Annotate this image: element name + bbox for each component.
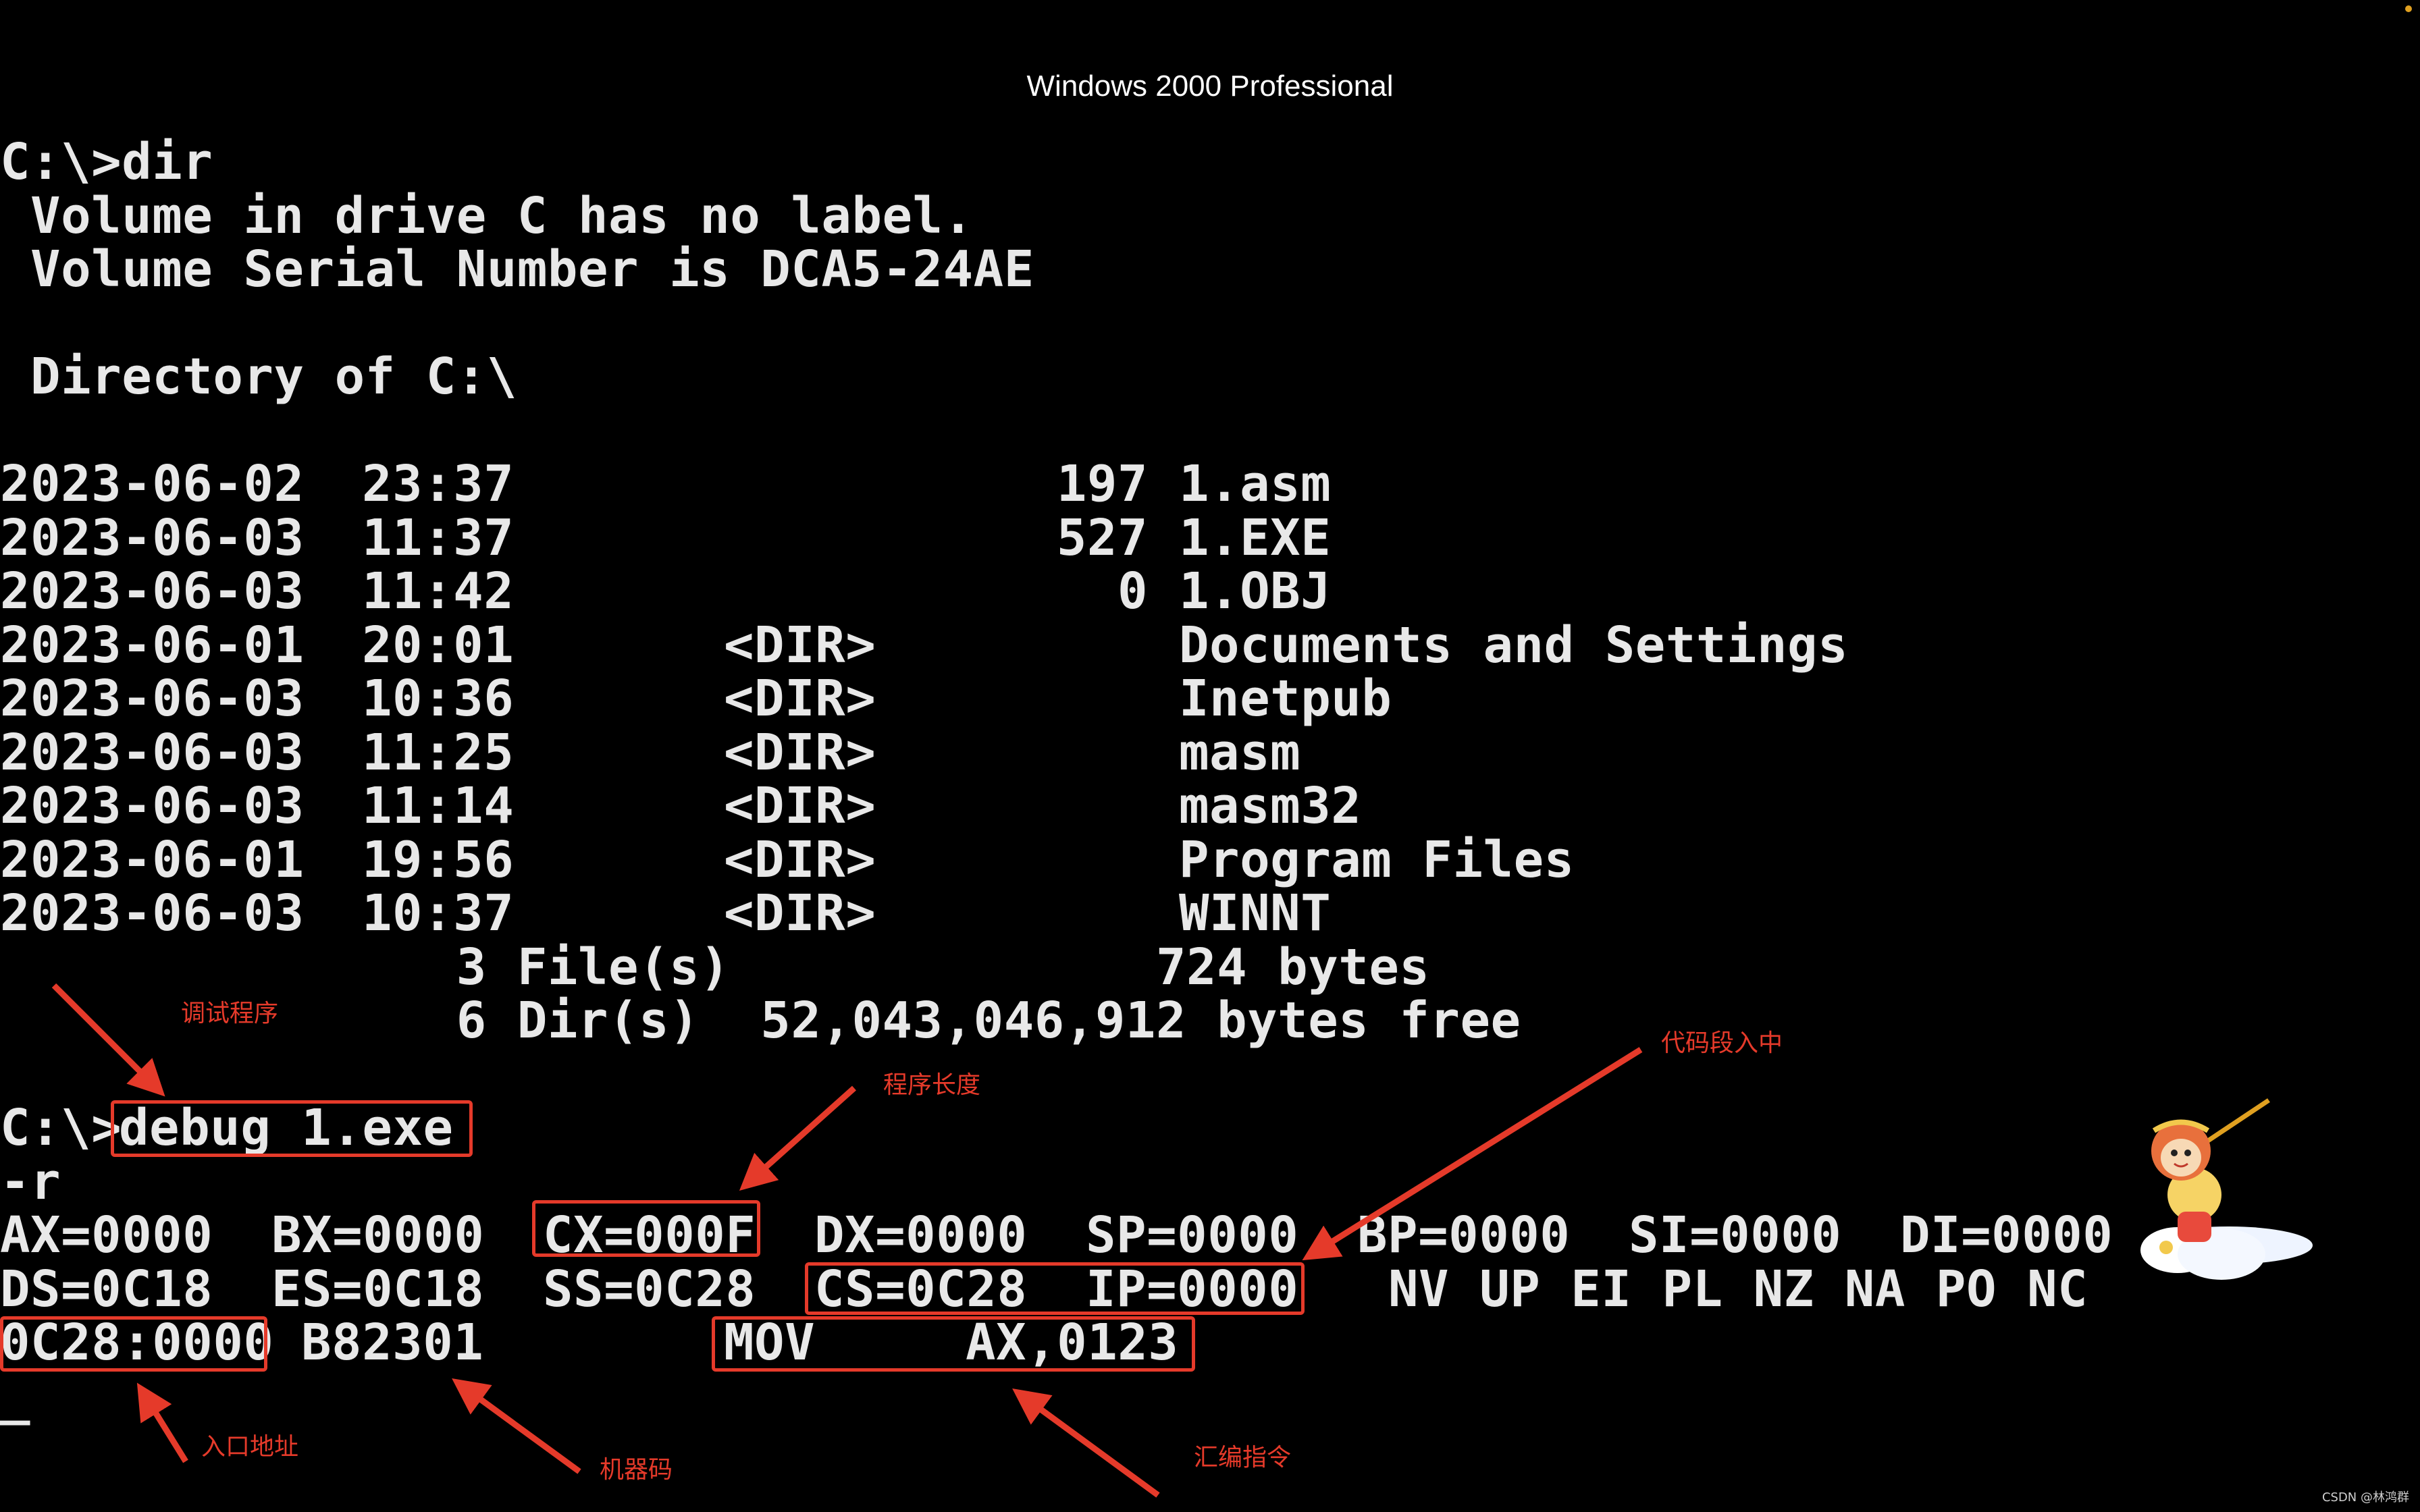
entry-name: 1.EXE	[1179, 508, 1332, 567]
highlight-debug-command	[111, 1100, 473, 1157]
debug-prompt: C:\>	[0, 1099, 122, 1157]
monkey-king-mascot-icon	[2140, 1098, 2313, 1280]
register-di: DI=0000	[1900, 1206, 2113, 1264]
entry-date: 2023-06-03	[0, 670, 305, 728]
dir-entry-row: 2023-06-03 10:37 <DIR> WINNT	[0, 884, 2420, 942]
console-line-directory-of: Directory of C:\	[0, 348, 517, 406]
register-ds: DS=0C18	[0, 1260, 213, 1318]
entry-time: 11:37	[362, 508, 515, 567]
entry-name: masm	[1179, 723, 1301, 782]
entry-date: 2023-06-01	[0, 616, 305, 674]
entry-type: <DIR>	[724, 830, 876, 889]
console-line-registers-1: AX=0000 BX=0000 CX=000F DX=0000 SP=0000 …	[0, 1206, 2420, 1264]
console-line-instruction: 0C28:0000 B82301 MOV AX,0123	[0, 1316, 2420, 1370]
highlight-entry-address	[0, 1316, 267, 1372]
label-machine-code: 机器码	[600, 1456, 673, 1484]
entry-time: 19:56	[362, 830, 515, 889]
dir-entry-row: 2023-06-03 11:14 <DIR> masm32	[0, 777, 2420, 835]
status-dot	[2405, 5, 2412, 12]
entry-name: Program Files	[1179, 830, 1575, 889]
entry-date: 2023-06-03	[0, 508, 305, 567]
entry-time: 10:36	[362, 670, 515, 728]
entry-date: 2023-06-03	[0, 884, 305, 942]
register-bx: BX=0000	[271, 1206, 485, 1264]
dir-entry-row: 2023-06-03 11:25 <DIR> masm	[0, 726, 2420, 780]
entry-type: <DIR>	[724, 884, 876, 942]
register-si: SI=0000	[1629, 1206, 1842, 1264]
label-code-segment: 代码段入中	[1661, 1029, 1783, 1057]
register-ss: SS=0C28	[543, 1260, 756, 1318]
console-output[interactable]: C:\>dir Volume in drive C has no label. …	[0, 133, 2420, 1426]
entry-name: 1.OBJ	[1179, 562, 1332, 620]
entry-time: 11:42	[362, 562, 515, 620]
dir-entry-row: 2023-06-03 10:36 <DIR> Inetpub	[0, 672, 2420, 726]
entry-type: <DIR>	[724, 616, 876, 674]
entry-size: 197	[1056, 455, 1148, 513]
register-bp: BP=0000	[1357, 1206, 1571, 1264]
entry-size: 527	[1056, 508, 1148, 567]
dir-entry-row: 2023-06-01 19:56 <DIR> Program Files	[0, 830, 2420, 889]
console-line-files-summary: 3 File(s) 724 bytes	[0, 938, 1430, 996]
entry-time: 23:37	[362, 455, 515, 513]
label-debug-program: 调试程序	[181, 1000, 279, 1027]
entry-name: WINNT	[1179, 884, 1332, 942]
entry-date: 2023-06-01	[0, 830, 305, 889]
register-es: ES=0C18	[271, 1260, 485, 1318]
console-line-dir-command: C:\>dir	[0, 133, 213, 191]
dir-entry-row: 2023-06-02 23:37 197 1.asm	[0, 455, 2420, 513]
dir-entry-row: 2023-06-03 11:42 0 1.OBJ	[0, 562, 2420, 620]
entry-date: 2023-06-03	[0, 777, 305, 835]
entry-name: Documents and Settings	[1179, 616, 1849, 674]
entry-time: 11:14	[362, 777, 515, 835]
register-ax: AX=0000	[0, 1206, 213, 1264]
entry-name: 1.asm	[1179, 455, 1332, 513]
cpu-flags: NV UP EI PL NZ NA PO NC	[1388, 1260, 2088, 1318]
entry-size: 0	[1117, 562, 1148, 620]
window-title: Windows 2000 Professional	[1026, 70, 1394, 103]
label-entry-address: 入口地址	[201, 1433, 299, 1461]
console-line-volume-serial: Volume Serial Number is DCA5-24AE	[0, 240, 1034, 298]
register-dx: DX=0000	[814, 1206, 1028, 1264]
register-sp: SP=0000	[1086, 1206, 1299, 1264]
entry-type: <DIR>	[724, 777, 876, 835]
machine-code: B82301	[301, 1314, 484, 1372]
console-line-dirs-summary: 6 Dir(s) 52,043,046,912 bytes free	[0, 992, 1521, 1050]
entry-date: 2023-06-02	[0, 455, 305, 513]
entry-type: <DIR>	[724, 723, 876, 782]
watermark: CSDN @林鸿群	[2321, 1490, 2409, 1505]
entry-time: 10:37	[362, 884, 515, 942]
entry-time: 20:01	[362, 616, 515, 674]
dir-listing: 2023-06-02 23:37 197 1.asm 2023-06-03 11:37 52…	[0, 455, 2420, 942]
dir-entry-row: 2023-06-01 20:01 <DIR> Documents and Settin…	[0, 616, 2420, 674]
label-assembly-instruction: 汇编指令	[1194, 1444, 1292, 1472]
highlight-cx-register	[532, 1200, 760, 1257]
highlight-assembly-instruction	[712, 1316, 1195, 1372]
console-line-r-command: -r	[0, 1152, 61, 1211]
entry-name: masm32	[1179, 777, 1362, 835]
entry-time: 11:25	[362, 723, 515, 782]
console-cursor: _	[0, 1367, 31, 1426]
highlight-cs-ip	[805, 1262, 1305, 1315]
console-line-volume-label: Volume in drive C has no label.	[0, 186, 974, 245]
entry-date: 2023-06-03	[0, 723, 305, 782]
label-program-length: 程序长度	[883, 1071, 981, 1099]
entry-name: Inetpub	[1179, 670, 1392, 728]
entry-type: <DIR>	[724, 670, 876, 728]
entry-date: 2023-06-03	[0, 562, 305, 620]
dir-entry-row: 2023-06-03 11:37 527 1.EXE	[0, 508, 2420, 567]
